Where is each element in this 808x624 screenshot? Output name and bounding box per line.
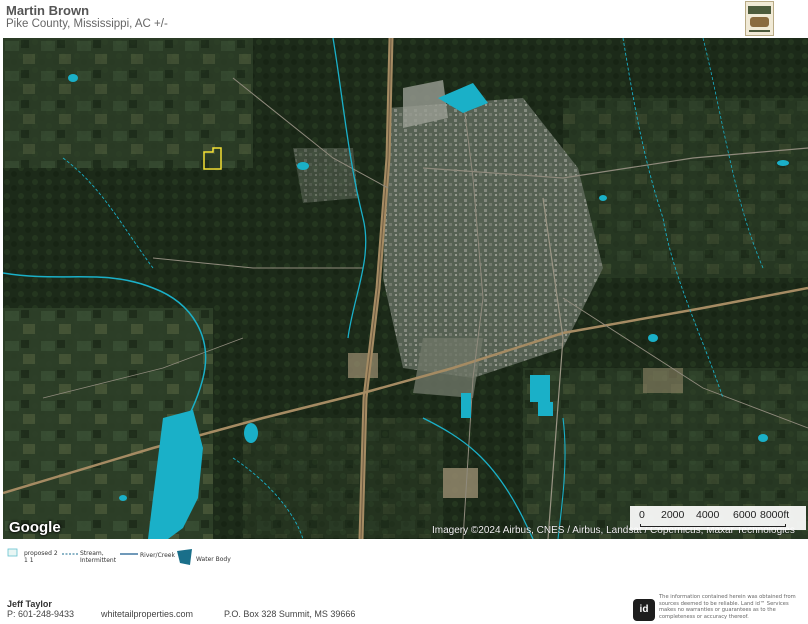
river-line-icon	[120, 553, 138, 555]
legend-label: Water Body	[196, 556, 231, 563]
legend-item-water-body: Water Body	[176, 543, 236, 569]
scale-label: 6000	[733, 509, 757, 521]
scale-label: 4000	[696, 509, 720, 521]
scale-label: 8000ft	[760, 509, 790, 521]
google-logo: Google	[9, 519, 61, 536]
legend-label: River/Creek	[140, 552, 175, 559]
scale-label: 0	[639, 509, 645, 521]
agent-phone[interactable]: P: 601-248-9433	[7, 609, 74, 619]
legend-item-river: River/Creek	[120, 543, 180, 569]
map-imagery	[3, 38, 808, 539]
property-title: Martin Brown	[6, 3, 90, 18]
agent-name: Jeff Taylor	[7, 599, 52, 609]
water-body-icon	[177, 549, 192, 565]
legend-label: proposed 2 1 1	[24, 550, 58, 564]
dashed-stream-icon	[62, 553, 78, 555]
land-id-logo: id	[633, 599, 655, 621]
scale-label: 2000	[661, 509, 685, 521]
parcel-outline-icon	[7, 548, 18, 557]
map-header: Martin Brown Pike County, Mississippi, A…	[0, 0, 808, 38]
satellite-map[interactable]: Google Imagery ©2024 Airbus, CNES / Airb…	[3, 38, 808, 539]
website-link[interactable]: whitetailproperties.com	[101, 609, 193, 619]
map-footer: Jeff Taylor P: 601-248-9433 whitetailpro…	[0, 592, 808, 624]
legend-label: Stream, Intermittent	[80, 550, 117, 564]
scale-line	[640, 524, 786, 527]
legend-item-stream: Stream, Intermittent	[62, 543, 122, 569]
disclaimer-text: The information contained herein was obt…	[659, 594, 796, 620]
whitetail-properties-logo	[745, 1, 774, 36]
scale-bar: 0 2000 4000 6000 8000ft	[630, 506, 806, 530]
property-subtitle: Pike County, Mississippi, AC +/-	[6, 18, 168, 30]
map-legend: proposed 2 1 1 Stream, Intermittent Rive…	[0, 543, 808, 571]
office-address: P.O. Box 328 Summit, MS 39666	[224, 609, 356, 619]
